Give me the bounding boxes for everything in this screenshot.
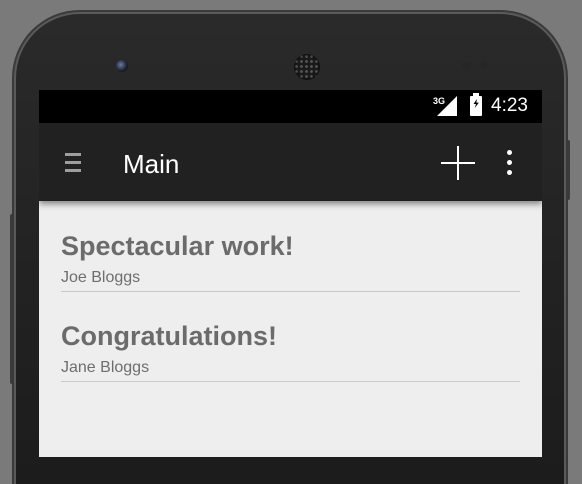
hamburger-menu-icon[interactable] (65, 153, 81, 173)
proximity-sensor (462, 62, 471, 71)
volume-button (10, 214, 14, 384)
list-item[interactable]: Congratulations! Jane Bloggs (61, 291, 520, 382)
list-item-title: Congratulations! (61, 321, 277, 351)
status-time: 4:23 (491, 95, 528, 116)
list-item[interactable]: Spectacular work! Joe Bloggs (61, 201, 520, 292)
device-screen: 3G 4:23 Main Spectacular work! Joe Blogg… (39, 90, 542, 457)
cellular-signal-icon (437, 96, 457, 116)
app-bar: Main (39, 123, 542, 201)
battery-charging-icon (470, 93, 482, 116)
light-sensor (480, 62, 487, 69)
list-item-title: Spectacular work! (61, 231, 294, 261)
power-button (566, 140, 570, 200)
earpiece-speaker (294, 54, 320, 80)
list-item-subtitle: Jane Bloggs (61, 359, 150, 376)
add-icon[interactable] (441, 146, 475, 180)
status-bar: 3G 4:23 (39, 90, 542, 123)
page-title: Main (123, 149, 180, 179)
overflow-menu-icon[interactable] (501, 150, 517, 176)
front-camera (116, 60, 128, 72)
list-item-subtitle: Joe Bloggs (61, 269, 141, 286)
